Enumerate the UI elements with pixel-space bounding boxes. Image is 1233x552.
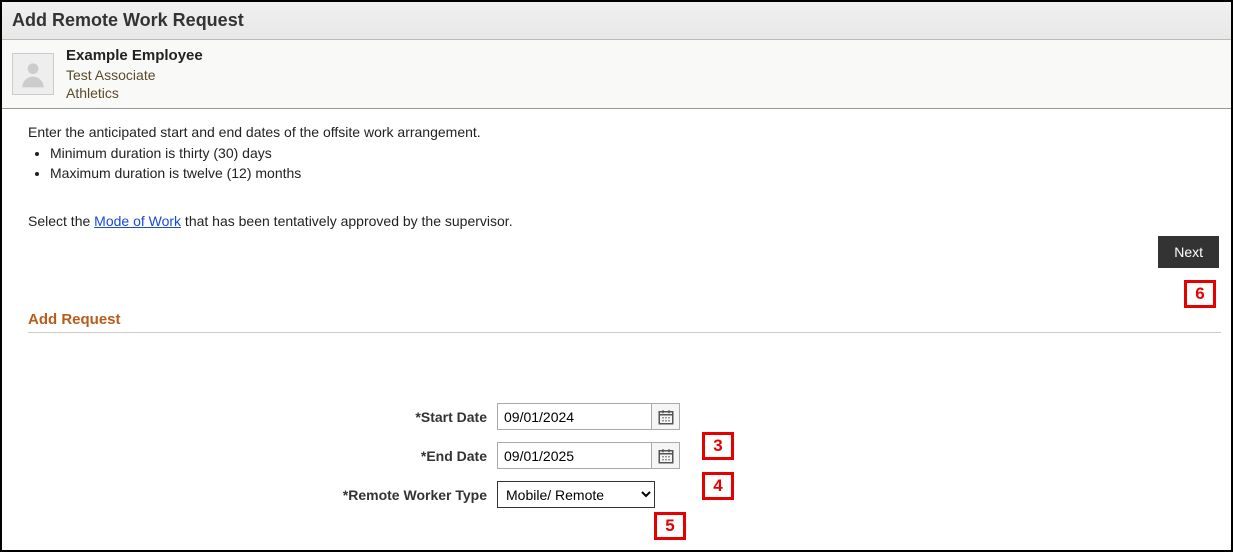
label-worker-type: *Remote Worker Type	[2, 487, 497, 503]
calendar-icon	[657, 447, 675, 465]
employee-panel: Example Employee Test Associate Athletic…	[2, 40, 1231, 109]
end-date-input[interactable]	[497, 442, 652, 469]
section-divider	[28, 332, 1221, 333]
annotation-callout-5: 5	[654, 512, 686, 540]
employee-name: Example Employee	[66, 46, 203, 66]
label-end-date: *End Date	[2, 448, 497, 464]
worker-type-select[interactable]: Mobile/ Remote	[497, 481, 655, 508]
page-title: Add Remote Work Request	[12, 10, 1221, 31]
instructions-list: Minimum duration is thirty (30) days Max…	[50, 144, 1205, 183]
annotation-callout-3: 3	[702, 432, 734, 460]
page-header: Add Remote Work Request	[2, 2, 1231, 40]
page-container: Add Remote Work Request Example Employee…	[0, 0, 1233, 552]
start-date-calendar-button[interactable]	[652, 403, 680, 430]
label-start-date: *Start Date	[2, 409, 497, 425]
mode-suffix: that has been tentatively approved by th…	[181, 213, 513, 229]
form-row-start-date: *Start Date	[2, 403, 1231, 430]
form-area: *Start Date *End Date	[2, 403, 1231, 508]
annotation-callout-6: 6	[1184, 280, 1216, 308]
next-button[interactable]: Next	[1158, 236, 1219, 268]
end-date-calendar-button[interactable]	[652, 442, 680, 469]
next-area: Next	[1158, 236, 1219, 268]
annotation-callout-4: 4	[702, 472, 734, 500]
start-date-wrap	[497, 403, 680, 430]
form-row-end-date: *End Date	[2, 442, 1231, 469]
person-icon	[17, 58, 49, 90]
mode-prefix: Select the	[28, 213, 94, 229]
employee-title: Test Associate	[66, 66, 203, 84]
instructions-bullet: Maximum duration is twelve (12) months	[50, 164, 1205, 184]
employee-department: Athletics	[66, 84, 203, 102]
start-date-input[interactable]	[497, 403, 652, 430]
employee-info: Example Employee Test Associate Athletic…	[66, 46, 203, 102]
section-title-add-request: Add Request	[28, 311, 1221, 328]
avatar	[12, 53, 54, 95]
end-date-wrap	[497, 442, 680, 469]
calendar-icon	[657, 408, 675, 426]
instructions-intro: Enter the anticipated start and end date…	[28, 123, 1205, 143]
instructions: Enter the anticipated start and end date…	[2, 109, 1231, 231]
mode-of-work-link[interactable]: Mode of Work	[94, 213, 181, 229]
mode-of-work-text: Select the Mode of Work that has been te…	[28, 212, 1205, 232]
form-row-worker-type: *Remote Worker Type Mobile/ Remote	[2, 481, 1231, 508]
instructions-bullet: Minimum duration is thirty (30) days	[50, 144, 1205, 164]
